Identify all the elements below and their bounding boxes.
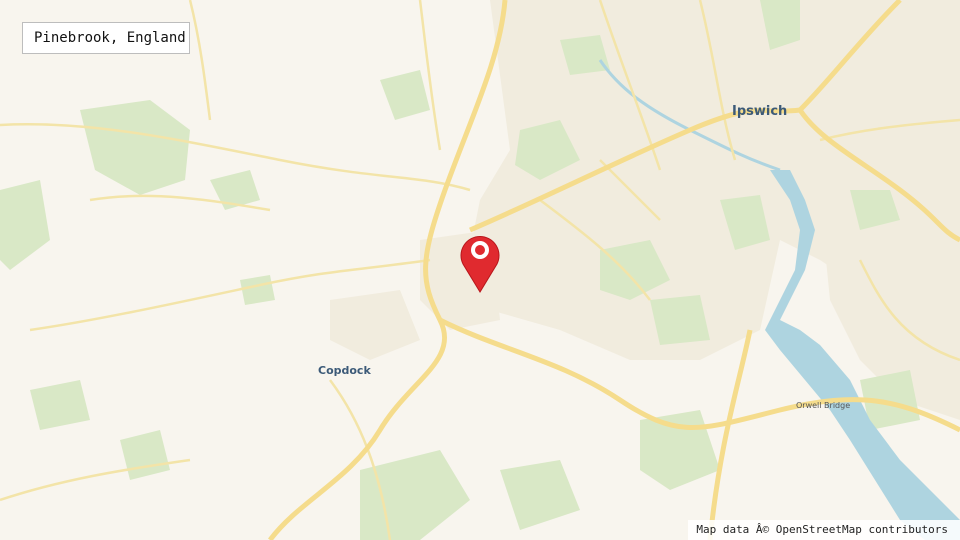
place-label-orwell-bridge: Orwell Bridge [796, 401, 851, 410]
map-view[interactable]: Ipswich Copdock Orwell Bridge Pinebrook,… [0, 0, 960, 540]
location-title: Pinebrook, England [22, 22, 190, 54]
place-label-copdock: Copdock [318, 364, 371, 377]
map-canvas[interactable] [0, 0, 960, 540]
place-label-ipswich: Ipswich [732, 104, 788, 119]
map-attribution: Map data Â© OpenStreetMap contributors [688, 520, 960, 540]
